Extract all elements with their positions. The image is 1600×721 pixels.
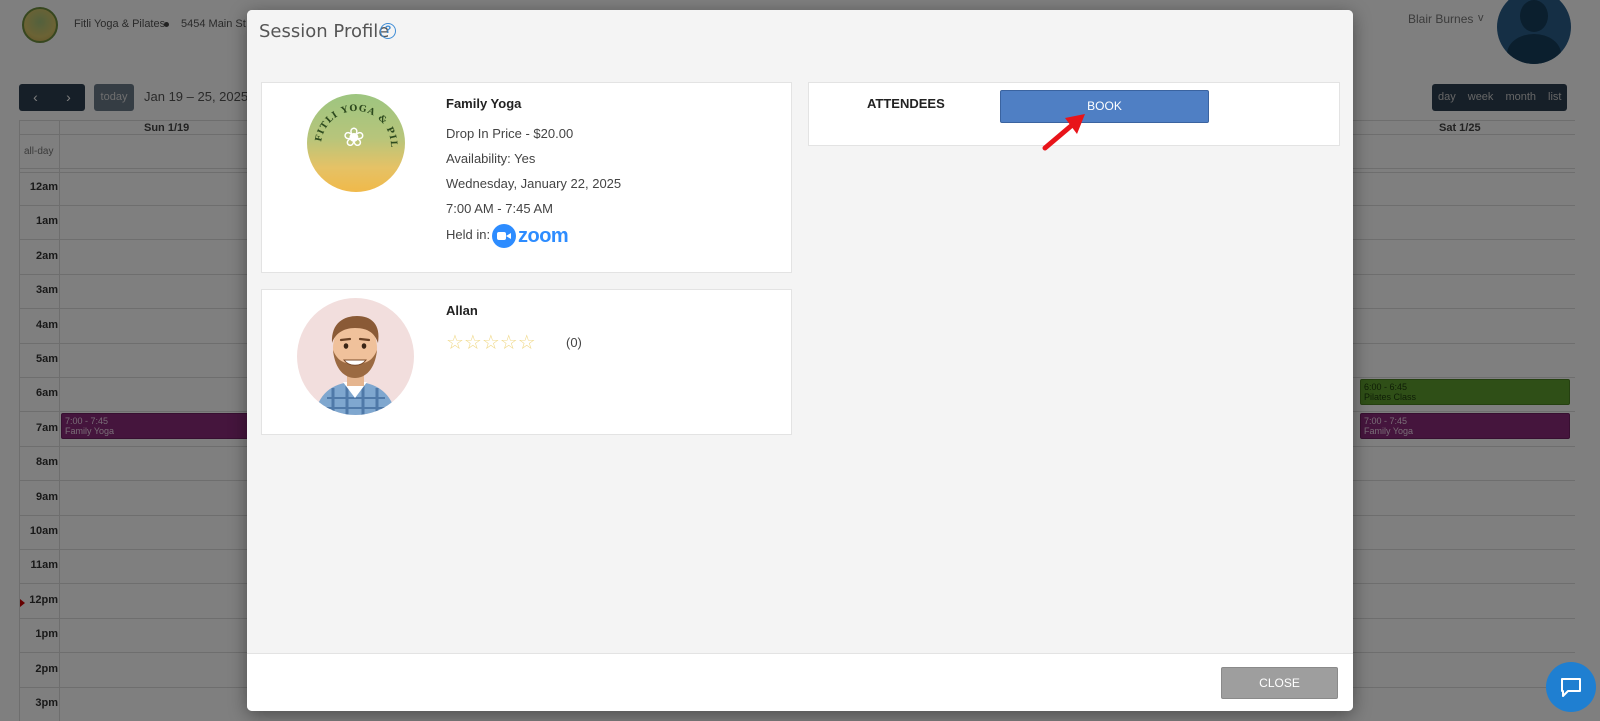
instructor-name: Allan [446,303,478,318]
session-card: FITLI YOGA & PILATES ❀ Family Yoga Drop … [261,82,792,273]
venue-name: zoom [518,224,569,247]
chat-launcher-button[interactable] [1546,662,1596,712]
pointer-arrow-icon [1042,114,1085,151]
session-availability: Availability: Yes [446,151,536,166]
studio-logo-image: FITLI YOGA & PILATES ❀ [307,94,405,192]
session-time: 7:00 AM - 7:45 AM [446,201,553,216]
instructor-avatar[interactable] [297,298,414,415]
zoom-logo: zoom [492,224,569,248]
rating-stars-icon[interactable]: ☆☆☆☆☆ [446,330,536,355]
help-icon[interactable]: ? [380,23,396,39]
held-in-label: Held in: [446,227,491,242]
session-title: Family Yoga [446,96,522,111]
modal-footer: CLOSE [247,653,1353,711]
rating-count: (0) [566,335,582,350]
meditation-figure-icon: ❀ [343,122,365,152]
instructor-card: Allan ☆☆☆☆☆ (0) [261,289,792,435]
modal-header: Session Profile ? [247,10,1353,60]
session-profile-modal: Session Profile ? FITLI YOGA & PILATES ❀… [247,10,1353,711]
book-button[interactable]: BOOK [1000,90,1209,123]
session-price: Drop In Price - $20.00 [446,126,574,141]
attendees-label: ATTENDEES [867,96,945,111]
chat-icon [1561,678,1581,697]
zoom-camera-icon [492,224,516,248]
close-button[interactable]: CLOSE [1221,667,1338,699]
session-date: Wednesday, January 22, 2025 [446,176,622,191]
modal-title: Session Profile [259,21,390,42]
